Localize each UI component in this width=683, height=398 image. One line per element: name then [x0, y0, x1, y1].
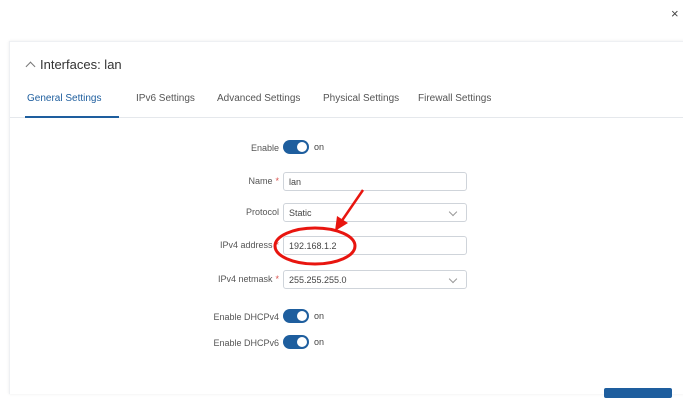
ipv4-address-row: IPv4 address * 192.168.1.2: [10, 236, 683, 256]
enable-dhcpv4-toggle[interactable]: [283, 309, 309, 323]
panel-header[interactable]: Interfaces: lan: [25, 57, 122, 72]
toggle-knob: [297, 311, 307, 321]
ipv4-netmask-label: IPv4 netmask *: [217, 274, 279, 284]
ipv4-netmask-value: 255.255.255.0: [289, 275, 347, 285]
interface-settings-panel: Interfaces: lan General Settings IPv6 Se…: [9, 41, 683, 394]
protocol-label: Protocol: [245, 207, 279, 217]
enable-dhcpv6-state: on: [314, 337, 325, 347]
enable-dhcpv6-toggle[interactable]: [283, 335, 309, 349]
tab-firewall-settings[interactable]: Firewall Settings: [418, 93, 491, 104]
chevron-up-icon[interactable]: [25, 61, 36, 71]
protocol-row: Protocol Static: [10, 203, 683, 223]
active-tab-indicator: [25, 116, 119, 118]
toggle-knob: [297, 337, 307, 347]
enable-row: Enable on: [10, 139, 683, 159]
chevron-down-icon: [448, 207, 458, 217]
enable-toggle[interactable]: [283, 140, 309, 154]
enable-state: on: [314, 142, 325, 152]
tab-general-settings[interactable]: General Settings: [27, 93, 102, 104]
name-input[interactable]: lan: [283, 172, 467, 191]
ipv4-address-input[interactable]: 192.168.1.2: [283, 236, 467, 255]
enable-dhcpv4-label: Enable DHCPv4: [213, 312, 279, 322]
tab-bar: General Settings IPv6 Settings Advanced …: [10, 87, 683, 118]
ipv4-address-label: IPv4 address *: [219, 240, 279, 250]
save-button[interactable]: [604, 388, 672, 398]
required-marker: *: [275, 240, 279, 250]
tab-ipv6-settings[interactable]: IPv6 Settings: [136, 93, 195, 104]
enable-dhcpv4-state: on: [314, 311, 325, 321]
name-row: Name * lan: [10, 172, 683, 192]
enable-label: Enable: [250, 143, 279, 153]
tab-physical-settings[interactable]: Physical Settings: [323, 93, 399, 104]
protocol-select[interactable]: Static: [283, 203, 467, 222]
chevron-down-icon: [448, 274, 458, 284]
enable-dhcpv4-row: Enable DHCPv4 on: [10, 308, 683, 328]
toggle-knob: [297, 142, 307, 152]
page-title: Interfaces: lan: [40, 57, 122, 72]
ipv4-netmask-select[interactable]: 255.255.255.0: [283, 270, 467, 289]
enable-dhcpv6-row: Enable DHCPv6 on: [10, 334, 683, 354]
required-marker: *: [275, 176, 279, 186]
tab-advanced-settings[interactable]: Advanced Settings: [217, 93, 300, 104]
name-label: Name *: [248, 176, 279, 186]
protocol-value: Static: [289, 208, 312, 218]
close-icon[interactable]: ×: [671, 7, 681, 20]
ipv4-netmask-row: IPv4 netmask * 255.255.255.0: [10, 270, 683, 290]
required-marker: *: [275, 274, 279, 284]
enable-dhcpv6-label: Enable DHCPv6: [213, 338, 279, 348]
